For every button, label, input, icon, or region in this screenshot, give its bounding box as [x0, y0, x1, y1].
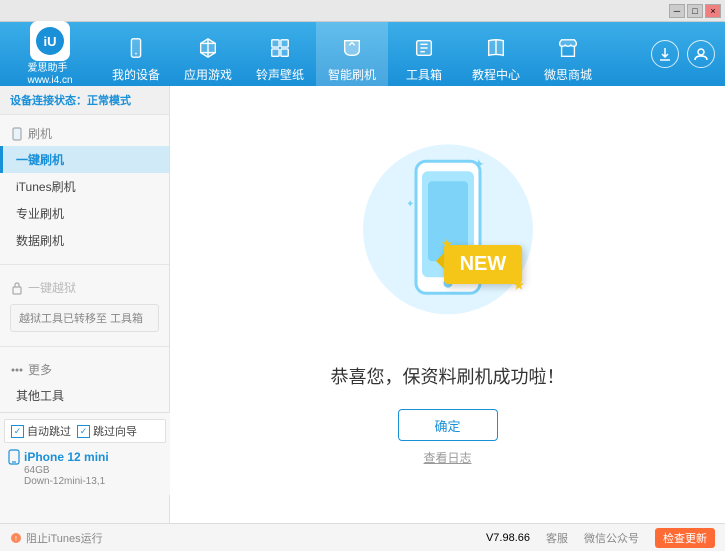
auto-skip-check-icon: ✓	[11, 425, 24, 438]
checkboxes-row: ✓ 自动跳过 ✓ 跳过向导	[4, 419, 166, 443]
nav-item-smart-flash[interactable]: 智能刷机	[316, 22, 388, 86]
device-firmware: Down-12mini-13,1	[8, 476, 162, 487]
sidebar-bottom: ✓ 自动跳过 ✓ 跳过向导 iPhone 12 mini 64GB Down-1…	[0, 412, 170, 495]
sidebar-item-data-flash[interactable]: 数据刷机	[0, 227, 169, 254]
svg-text:iU: iU	[44, 34, 57, 49]
nav-item-ringtones[interactable]: 铃声壁纸	[244, 22, 316, 86]
titlebar: ─ □ ×	[0, 0, 725, 22]
sidebar-item-one-click-flash[interactable]: 一键刷机	[0, 146, 169, 173]
sidebar-section-header-jailbreak: 一键越狱	[0, 275, 169, 300]
sidebar-item-other-tools[interactable]: 其他工具	[0, 382, 169, 409]
nav-item-tutorials[interactable]: 教程中心	[460, 22, 532, 86]
refresh-icon	[338, 34, 366, 62]
nav-item-toolbox[interactable]: 工具箱	[388, 22, 460, 86]
version-label: V7.98.66	[486, 532, 530, 544]
minimize-button[interactable]: ─	[669, 4, 685, 18]
sidebar-jailbreak-notice: 越狱工具已转移至 工具箱	[10, 304, 159, 332]
svg-text:✦: ✦	[408, 199, 414, 210]
device-name: iPhone 12 mini	[24, 450, 109, 464]
sidebar-section-header-flash: 刷机	[0, 121, 169, 146]
bottom-bar: ! 阻止iTunes运行 V7.98.66 客服 微信公众号 检查更新	[0, 523, 725, 551]
success-illustration: ✦ ✦ NEW ★ ★	[348, 143, 548, 343]
device-storage: 64GB	[8, 465, 162, 476]
sidebar-section-flash: 刷机 一键刷机 iTunes刷机 专业刷机 数据刷机	[0, 115, 169, 260]
sidebar-section-header-more: 更多	[0, 357, 169, 382]
connection-status: 设备连接状态：正常模式	[0, 86, 169, 115]
svg-text:!: !	[15, 536, 17, 543]
download-button[interactable]	[651, 40, 679, 68]
restore-log-link[interactable]: 查看日志	[423, 449, 471, 466]
grid-icon	[194, 34, 222, 62]
skip-wizard-check-icon: ✓	[77, 425, 90, 438]
new-badge: NEW ★ ★	[444, 245, 523, 284]
nav-label-ringtones: 铃声壁纸	[256, 66, 304, 83]
header-right	[651, 40, 715, 68]
auto-skip-checkbox[interactable]: ✓ 自动跳过	[11, 423, 71, 439]
tools-icon	[410, 34, 438, 62]
nav-label-tutorials: 教程中心	[472, 66, 520, 83]
nav-item-my-device[interactable]: 我的设备	[100, 22, 172, 86]
sidebar-item-itunes-flash[interactable]: iTunes刷机	[0, 173, 169, 200]
close-button[interactable]: ×	[705, 4, 721, 18]
device-info-panel: iPhone 12 mini 64GB Down-12mini-13,1	[0, 445, 170, 491]
bottom-right-info: V7.98.66 客服 微信公众号 检查更新	[486, 528, 715, 548]
nav-item-weiduo[interactable]: 微思商城	[532, 22, 604, 86]
nav-label-smart-flash: 智能刷机	[328, 66, 376, 83]
shop-icon	[554, 34, 582, 62]
sidebar-section-jailbreak: 一键越狱 越狱工具已转移至 工具箱	[0, 269, 169, 342]
success-message: 恭喜您，保资料刷机成功啦！	[331, 363, 565, 389]
book-icon	[482, 34, 510, 62]
itunes-status: ! 阻止iTunes运行	[10, 530, 486, 546]
sidebar: 设备连接状态：正常模式 刷机 一键刷机 iTunes刷机 专业刷机 数据刷机 一…	[0, 86, 170, 523]
sidebar-item-pro-flash[interactable]: 专业刷机	[0, 200, 169, 227]
main-content: ✦ ✦ NEW ★ ★ 恭喜您，保资料刷机成功啦！ 确定 查看日志	[170, 86, 725, 523]
header: iU 爱思助手 www.i4.cn 我的设备 应用游戏 铃	[0, 22, 725, 86]
skip-wizard-checkbox[interactable]: ✓ 跳过向导	[77, 423, 137, 439]
user-button[interactable]	[687, 40, 715, 68]
nav-item-apps-games[interactable]: 应用游戏	[172, 22, 244, 86]
music-icon	[266, 34, 294, 62]
support-link[interactable]: 客服	[546, 530, 568, 546]
nav-label-weiduo: 微思商城	[544, 66, 592, 83]
logo-icon: iU	[30, 21, 70, 61]
logo[interactable]: iU 爱思助手 www.i4.cn	[10, 21, 90, 87]
nav-label-my-device: 我的设备	[112, 66, 160, 83]
logo-name: 爱思助手 www.i4.cn	[27, 63, 72, 87]
confirm-button[interactable]: 确定	[398, 409, 498, 441]
nav-label-apps-games: 应用游戏	[184, 66, 232, 83]
nav-items: 我的设备 应用游戏 铃声壁纸 智能刷机 工具箱	[100, 22, 651, 86]
svg-text:✦: ✦	[473, 157, 485, 172]
maximize-button[interactable]: □	[687, 4, 703, 18]
nav-label-toolbox: 工具箱	[406, 66, 442, 83]
wechat-link[interactable]: 微信公众号	[584, 530, 639, 546]
update-button[interactable]: 检查更新	[655, 528, 715, 548]
phone-icon	[122, 34, 150, 62]
